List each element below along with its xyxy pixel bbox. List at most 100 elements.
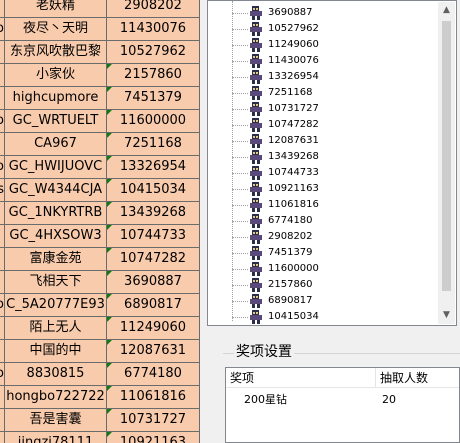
column-header-count[interactable]: 抽取人数 bbox=[376, 368, 459, 388]
cell-name[interactable]: 夜尽丶天明 bbox=[5, 18, 107, 41]
list-item[interactable]: 2157860 bbox=[232, 277, 432, 293]
cell-name[interactable]: GC_HWIJUOVC bbox=[5, 156, 107, 179]
list-item[interactable]: 2908202 bbox=[232, 229, 432, 245]
list-item[interactable]: 11600000 bbox=[232, 261, 432, 277]
cell-id[interactable]: 10415034 bbox=[107, 179, 200, 202]
cell-id[interactable]: 7251168 bbox=[107, 133, 200, 156]
comment-flag-icon bbox=[107, 271, 112, 276]
cell-name[interactable]: 8830815 bbox=[5, 363, 107, 386]
cell-name[interactable]: C_5A20777E93 bbox=[5, 294, 107, 317]
list-item[interactable]: 10744733 bbox=[232, 165, 432, 181]
list-item[interactable]: 11430076 bbox=[232, 53, 432, 69]
list-item[interactable]: 11061816 bbox=[232, 197, 432, 213]
table-row[interactable]: hongbo722722 11061816 bbox=[0, 386, 200, 409]
table-row[interactable]: oC_5A20777E93 6890817 bbox=[0, 294, 200, 317]
cell-name[interactable]: GC_4HXSOW3 bbox=[5, 225, 107, 248]
cell-name[interactable]: hongbo722722 bbox=[5, 386, 107, 409]
cell-name[interactable]: 老妖精 bbox=[5, 0, 107, 18]
cell-id[interactable]: 2908202 bbox=[107, 0, 200, 18]
table-row[interactable]: 小家伙 2157860 bbox=[0, 64, 200, 87]
scroll-up-arrow-icon[interactable]: ▲ bbox=[438, 2, 455, 19]
list-item[interactable]: 10731727 bbox=[232, 101, 432, 117]
list-item[interactable]: 10415034 bbox=[232, 309, 432, 325]
cell-id[interactable]: 7451379 bbox=[107, 87, 200, 110]
cell-id[interactable]: 10527962 bbox=[107, 41, 200, 64]
list-item[interactable]: 3690887 bbox=[232, 5, 432, 21]
list-item[interactable]: 13439268 bbox=[232, 149, 432, 165]
cell-name[interactable]: 吾是害囊 bbox=[5, 409, 107, 432]
table-row[interactable]: 老妖精 2908202 bbox=[0, 0, 200, 18]
cell-name-text: 富康金苑 bbox=[29, 251, 82, 266]
tree-branch-line bbox=[232, 285, 248, 286]
scrollbar-thumb[interactable] bbox=[442, 21, 451, 291]
list-item[interactable]: 10527962 bbox=[232, 21, 432, 37]
prize-cell[interactable]: 200星钻 bbox=[244, 392, 287, 408]
table-row[interactable]: o GC_WRTUELT 11600000 bbox=[0, 110, 200, 133]
tree-branch-line bbox=[232, 269, 248, 270]
count-cell[interactable]: 20 bbox=[382, 392, 396, 408]
cell-id[interactable]: 12087631 bbox=[107, 340, 200, 363]
list-item[interactable]: 10747282 bbox=[232, 117, 432, 133]
cell-name[interactable]: jingzi78111 bbox=[5, 432, 107, 443]
cell-name[interactable]: 中国的中 bbox=[5, 340, 107, 363]
table-row[interactable]: 飞相天下 3690887 bbox=[0, 271, 200, 294]
cell-name[interactable]: CA967 bbox=[5, 133, 107, 156]
list-item[interactable]: 10921163 bbox=[232, 181, 432, 197]
spreadsheet[interactable]: 老妖精 2908202 o 夜尽丶天明 11430076 东京风吹散巴黎 10527962 小… bbox=[0, 0, 200, 443]
cell-id[interactable]: 6774180 bbox=[107, 363, 200, 386]
table-row[interactable]: jingzi78111 10921163 bbox=[0, 432, 200, 443]
cell-id[interactable]: 10747282 bbox=[107, 248, 200, 271]
table-row[interactable]: 吾是害囊 10731727 bbox=[0, 409, 200, 432]
table-row[interactable]: o 8830815 6774180 bbox=[0, 363, 200, 386]
cell-id-text: 10731727 bbox=[119, 412, 187, 427]
table-row[interactable]: highcupmore 7451379 bbox=[0, 87, 200, 110]
list-item[interactable]: 6774180 bbox=[232, 213, 432, 229]
list-item[interactable]: 12087631 bbox=[232, 133, 432, 149]
cell-id[interactable]: 10731727 bbox=[107, 409, 200, 432]
cell-id[interactable]: 11430076 bbox=[107, 18, 200, 41]
cell-id[interactable]: 10921163 bbox=[107, 432, 200, 443]
table-row[interactable]: 陌上无人 11249060 bbox=[0, 317, 200, 340]
prize-table[interactable]: 奖项 抽取人数 200星钻 20 bbox=[225, 367, 460, 443]
cell-id[interactable]: 11249060 bbox=[107, 317, 200, 340]
list-item[interactable]: 11249060 bbox=[232, 37, 432, 53]
cell-name[interactable]: GC_1NKYRTRB bbox=[5, 202, 107, 225]
tree-branch-line bbox=[232, 237, 248, 238]
list-item[interactable]: 7251168 bbox=[232, 85, 432, 101]
table-row[interactable]: s GC_W4344CJA 10415034 bbox=[0, 179, 200, 202]
cell-id[interactable]: 6890817 bbox=[107, 294, 200, 317]
cell-name[interactable]: highcupmore bbox=[5, 87, 107, 110]
table-row[interactable]: 中国的中 12087631 bbox=[0, 340, 200, 363]
scroll-down-arrow-icon[interactable]: ▼ bbox=[438, 307, 455, 324]
cell-id[interactable]: 10744733 bbox=[107, 225, 200, 248]
cell-name[interactable]: 东京风吹散巴黎 bbox=[5, 41, 107, 64]
cell-name-text: 吾是害囊 bbox=[29, 412, 82, 427]
cell-name[interactable]: GC_WRTUELT bbox=[5, 110, 107, 133]
cell-id[interactable]: 2157860 bbox=[107, 64, 200, 87]
table-row[interactable]: CA967 7251168 bbox=[0, 133, 200, 156]
cell-name[interactable]: 富康金苑 bbox=[5, 248, 107, 271]
table-row[interactable]: GC_4HXSOW3 10744733 bbox=[0, 225, 200, 248]
cell-name[interactable]: 陌上无人 bbox=[5, 317, 107, 340]
cell-id[interactable]: 11600000 bbox=[107, 110, 200, 133]
cell-id[interactable]: 13439268 bbox=[107, 202, 200, 225]
column-header-prize[interactable]: 奖项 bbox=[226, 368, 376, 388]
cell-name[interactable]: 小家伙 bbox=[5, 64, 107, 87]
cell-name[interactable]: GC_W4344CJA bbox=[5, 179, 107, 202]
table-row[interactable]: o 夜尽丶天明 11430076 bbox=[0, 18, 200, 41]
table-row[interactable]: o GC_HWIJUOVC 13326954 bbox=[0, 156, 200, 179]
table-row[interactable]: 东京风吹散巴黎 10527962 bbox=[0, 41, 200, 64]
table-row[interactable]: 富康金苑 10747282 bbox=[0, 248, 200, 271]
list-item[interactable]: 6890817 bbox=[232, 293, 432, 309]
cell-name[interactable]: 飞相天下 bbox=[5, 271, 107, 294]
cell-id[interactable]: 13326954 bbox=[107, 156, 200, 179]
table-row[interactable]: GC_1NKYRTRB 13439268 bbox=[0, 202, 200, 225]
participant-list[interactable]: 3690887 10527962 11249060 11430076 13326954 7… bbox=[207, 0, 457, 326]
user-avatar-icon bbox=[249, 21, 263, 36]
cell-id[interactable]: 11061816 bbox=[107, 386, 200, 409]
cell-id[interactable]: 3690887 bbox=[107, 271, 200, 294]
user-avatar-icon bbox=[249, 165, 263, 180]
list-item[interactable]: 7451379 bbox=[232, 245, 432, 261]
list-item[interactable]: 13326954 bbox=[232, 69, 432, 85]
vertical-scrollbar[interactable]: ▲ ▼ bbox=[438, 2, 455, 324]
